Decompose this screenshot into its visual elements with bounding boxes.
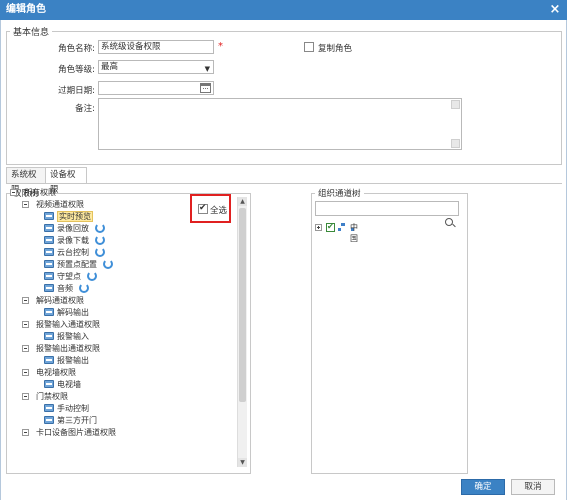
org-search-input[interactable] (315, 201, 459, 216)
collapse-icon[interactable] (22, 297, 29, 304)
tree-node-label: 报警输出 (57, 356, 89, 365)
permission-tree: 所有权限 视频通道权限 实时预览 录像回放 录像下载 云台控制 预置点配置 守望… (8, 184, 238, 466)
decoder-icon (44, 308, 54, 316)
tree-node-label: 第三方开门 (57, 416, 97, 425)
collapse-icon[interactable] (22, 369, 29, 376)
chevron-down-icon: ▼ (204, 65, 210, 73)
select-all-label: 全选 (210, 206, 228, 216)
collapse-icon[interactable] (22, 201, 29, 208)
org-root-checkbox[interactable] (326, 222, 335, 232)
tree-node-label: 实时预览 (57, 211, 93, 222)
tree-node-label: 电视墙 (57, 380, 81, 389)
org-root-label: 中国 (350, 223, 358, 243)
role-level-value: 最高 (101, 62, 119, 72)
org-tree-legend: 组织通道树 (318, 189, 361, 199)
copy-role-label: 复制角色 (318, 44, 353, 54)
cancel-button[interactable]: 取消 (511, 479, 555, 495)
camera-icon (44, 260, 54, 268)
copy-role-checkbox[interactable] (304, 42, 314, 52)
select-all-highlight[interactable]: 全选 (190, 194, 231, 223)
basic-info-legend: 基本信息 (13, 28, 50, 38)
camera-icon (44, 248, 54, 256)
collapse-icon[interactable] (22, 345, 29, 352)
tree-node-label: 所有权限 (24, 188, 56, 197)
role-name-label: 角色名称: (58, 44, 95, 54)
dialog-titlebar: 编辑角色 × (0, 0, 567, 20)
scrollbar-thumb[interactable] (239, 208, 246, 402)
confirm-button[interactable]: 确定 (461, 479, 505, 495)
tree-node-label: 录像下载 (57, 236, 89, 245)
refresh-icon[interactable] (95, 223, 105, 233)
door-icon (44, 404, 54, 412)
refresh-icon[interactable] (95, 247, 105, 257)
scroll-down-arrow-icon[interactable]: ▼ (238, 458, 247, 467)
camera-icon (44, 212, 54, 220)
tree-node-label: 电视墙权限 (36, 368, 76, 377)
expiry-date-label: 过期日期: (58, 86, 95, 96)
tree-scrollbar[interactable]: ▲ ▼ (237, 197, 247, 467)
collapse-icon[interactable] (22, 321, 29, 328)
tree-node-label: 云台控制 (57, 248, 89, 257)
door-icon (44, 416, 54, 424)
select-all-checkbox[interactable] (198, 203, 208, 214)
alarm-output-icon (44, 356, 54, 364)
tree-node-label: 预置点配置 (57, 260, 97, 269)
tree-node-label: 音频 (57, 284, 73, 293)
scroll-up-button[interactable] (451, 100, 460, 109)
organization-icon (338, 223, 354, 232)
tree-node-label: 视频通道权限 (36, 200, 84, 209)
required-mark: * (218, 41, 223, 52)
tree-node-label: 解码通道权限 (36, 296, 84, 305)
collapse-icon[interactable] (22, 393, 29, 400)
dialog-title: 编辑角色 (6, 4, 46, 15)
tree-node-label: 卡口设备图片通道权限 (36, 428, 116, 437)
camera-icon (44, 224, 54, 232)
search-icon[interactable] (445, 218, 453, 226)
tree-node-label: 报警输入通道权限 (36, 320, 100, 329)
tree-node-label: 门禁权限 (36, 392, 68, 401)
note-textarea[interactable] (98, 98, 462, 150)
scroll-up-arrow-icon[interactable]: ▲ (238, 197, 247, 206)
camera-icon (44, 236, 54, 244)
camera-icon (44, 284, 54, 292)
camera-icon (44, 272, 54, 280)
role-level-select[interactable]: 最高 ▼ (98, 60, 214, 74)
collapse-icon[interactable] (22, 429, 29, 436)
refresh-icon[interactable] (103, 259, 113, 269)
scroll-down-button[interactable] (451, 139, 460, 148)
role-level-label: 角色等级: (58, 65, 95, 75)
alarm-input-icon (44, 332, 54, 340)
tab-device-permissions[interactable]: 设备权限 (45, 167, 87, 195)
tree-node-label: 报警输出通道权限 (36, 344, 100, 353)
refresh-icon[interactable] (95, 235, 105, 245)
refresh-icon[interactable] (87, 271, 97, 281)
note-label: 备注: (75, 104, 95, 114)
tree-node-label: 手动控制 (57, 404, 89, 413)
tv-wall-icon (44, 380, 54, 388)
tree-node-label: 录像回放 (57, 224, 89, 233)
tree-node-label: 守望点 (57, 272, 81, 281)
collapse-icon[interactable] (10, 189, 17, 196)
tree-node-label: 报警输入 (57, 332, 89, 341)
role-name-input[interactable]: 系统级设备权限 (98, 40, 214, 54)
calendar-icon[interactable] (200, 83, 211, 93)
expand-icon[interactable] (315, 224, 322, 231)
tree-node-label: 解码输出 (57, 308, 89, 317)
close-icon[interactable]: × (547, 0, 563, 20)
refresh-icon[interactable] (79, 283, 89, 293)
expiry-date-input[interactable] (98, 81, 214, 95)
tab-system-permissions[interactable]: 系统权限 (6, 167, 46, 195)
